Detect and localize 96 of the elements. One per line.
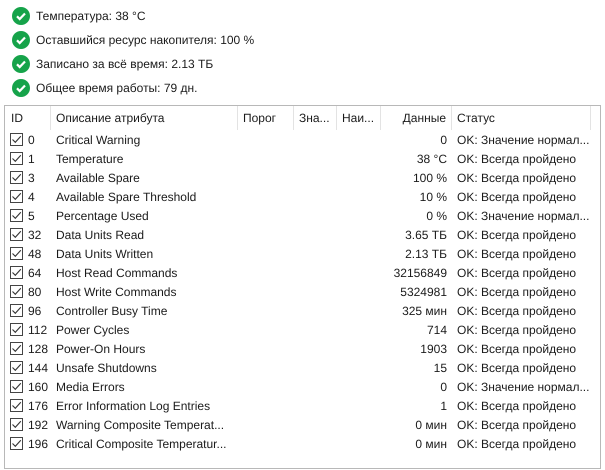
id-cell-text: 4 bbox=[27, 188, 36, 206]
id-cell-text: 112 bbox=[27, 322, 48, 338]
id-cell-text: 196 bbox=[27, 436, 50, 452]
status-cell-text: OK: Всегда пройдено bbox=[456, 436, 578, 452]
checkbox[interactable] bbox=[10, 171, 23, 184]
checkbox[interactable] bbox=[10, 152, 23, 165]
column-header[interactable]: ID bbox=[5, 106, 51, 130]
id-cell-text: 128 bbox=[27, 340, 50, 358]
id-cell-text: 96 bbox=[27, 302, 42, 320]
data-cell-text: 5324981 bbox=[399, 284, 448, 300]
checkbox[interactable] bbox=[10, 342, 23, 355]
summary-text: Общее время работы: 79 дн. bbox=[36, 80, 198, 96]
id-cell-text: 1 bbox=[27, 150, 36, 168]
checkbox[interactable] bbox=[10, 247, 23, 260]
name-cell-text: Controller Busy Time bbox=[55, 302, 168, 320]
checkbox[interactable] bbox=[10, 323, 23, 336]
status-cell-text: OK: Всегда пройдено bbox=[456, 340, 578, 358]
status-cell-text: OK: Значение нормал... bbox=[456, 132, 590, 148]
name-cell-text: Power Cycles bbox=[55, 322, 130, 338]
column-header[interactable]: Статус bbox=[452, 106, 591, 130]
column-header[interactable]: Описание атрибута bbox=[51, 106, 238, 130]
status-cell-text: OK: Всегда пройдено bbox=[456, 322, 578, 338]
id-cell-text: 80 bbox=[27, 284, 42, 300]
name-cell-text: Host Read Commands bbox=[55, 264, 178, 282]
status-cell-text: OK: Всегда пройдено bbox=[456, 170, 578, 186]
status-cell-text: OK: Всегда пройдено bbox=[456, 150, 578, 168]
id-cell-text: 64 bbox=[27, 264, 42, 282]
checkbox[interactable] bbox=[10, 418, 23, 431]
name-cell-text: Data Units Read bbox=[55, 226, 146, 244]
status-cell-text: OK: Всегда пройдено bbox=[456, 302, 578, 320]
name-cell-text: Unsafe Shutdowns bbox=[55, 360, 158, 376]
summary-text: Оставшийся ресурс накопителя: 100 % bbox=[36, 32, 254, 48]
name-cell-text: Warning Composite Temperat... bbox=[55, 416, 226, 434]
data-cell-text: 2.13 ТБ bbox=[404, 246, 448, 262]
data-cell-text: 1 bbox=[439, 398, 448, 414]
column-header[interactable]: Порог bbox=[238, 106, 294, 130]
checkbox[interactable] bbox=[10, 380, 23, 393]
data-cell-text: 100 % bbox=[412, 170, 448, 186]
id-cell-text: 0 bbox=[27, 132, 36, 148]
checkbox[interactable] bbox=[10, 266, 23, 279]
name-cell-text: Available Spare Threshold bbox=[55, 188, 198, 206]
data-cell-text: 0 bbox=[439, 378, 448, 396]
checkbox[interactable] bbox=[10, 190, 23, 203]
column-header[interactable]: Наи... bbox=[337, 106, 381, 130]
id-cell-text: 144 bbox=[27, 360, 50, 376]
id-cell-text: 48 bbox=[27, 246, 42, 262]
data-cell-text: 714 bbox=[426, 322, 448, 338]
name-cell-text: Media Errors bbox=[55, 378, 126, 396]
status-cell-text: OK: Значение нормал... bbox=[456, 208, 590, 224]
data-cell-text: 0 % bbox=[425, 208, 448, 224]
id-cell-text: 5 bbox=[27, 208, 36, 224]
data-cell-text: 0 мин bbox=[414, 416, 448, 434]
status-cell-text: OK: Всегда пройдено bbox=[456, 246, 578, 262]
checkbox[interactable] bbox=[10, 133, 23, 146]
name-cell-text: Temperature bbox=[55, 150, 124, 168]
id-cell-text: 32 bbox=[27, 226, 42, 244]
checkbox[interactable] bbox=[10, 209, 23, 222]
checkbox[interactable] bbox=[10, 437, 23, 450]
data-cell-text: 3.65 ТБ bbox=[404, 226, 448, 244]
name-cell-text: Error Information Log Entries bbox=[55, 398, 212, 414]
status-cell-text: OK: Всегда пройдено bbox=[456, 284, 578, 300]
data-cell-text: 38 °C bbox=[416, 150, 448, 168]
data-cell-text: 325 мин bbox=[401, 302, 448, 320]
data-cell-text: 0 мин bbox=[414, 436, 448, 452]
status-cell-text: OK: Всегда пройдено bbox=[456, 398, 578, 414]
data-cell-text: 10 % bbox=[418, 188, 448, 206]
data-cell-text: 15 bbox=[432, 360, 448, 376]
name-cell-text: Percentage Used bbox=[55, 208, 150, 224]
summary-text: Температура: 38 °C bbox=[36, 8, 146, 24]
id-cell-text: 160 bbox=[27, 378, 50, 396]
column-header[interactable]: Зна... bbox=[294, 106, 337, 130]
name-cell-text: Data Units Written bbox=[55, 246, 154, 262]
name-cell-text: Critical Composite Temperatur... bbox=[55, 436, 228, 452]
status-cell-text: OK: Всегда пройдено bbox=[456, 360, 578, 376]
name-cell-text: Available Spare bbox=[55, 170, 141, 186]
name-cell-text: Critical Warning bbox=[55, 132, 142, 148]
checkbox[interactable] bbox=[10, 304, 23, 317]
status-cell-text: OK: Всегда пройдено bbox=[456, 226, 578, 244]
id-cell-text: 176 bbox=[27, 398, 50, 414]
checkbox[interactable] bbox=[10, 228, 23, 241]
status-cell-text: OK: Всегда пройдено bbox=[456, 188, 578, 206]
id-cell-text: 192 bbox=[27, 416, 50, 434]
checkbox[interactable] bbox=[10, 399, 23, 412]
name-cell-text: Host Write Commands bbox=[55, 284, 178, 300]
checkbox[interactable] bbox=[10, 285, 23, 298]
status-cell-text: OK: Всегда пройдено bbox=[456, 264, 578, 282]
name-cell-text: Power-On Hours bbox=[55, 340, 146, 358]
data-cell-text: 32156849 bbox=[392, 264, 448, 282]
data-cell-text: 0 bbox=[439, 132, 448, 148]
status-cell-text: OK: Всегда пройдено bbox=[456, 416, 578, 434]
column-header[interactable]: Данные bbox=[381, 106, 452, 130]
checkbox[interactable] bbox=[10, 361, 23, 374]
summary-text: Записано за всё время: 2.13 ТБ bbox=[36, 56, 214, 72]
id-cell-text: 3 bbox=[27, 170, 36, 186]
status-cell-text: OK: Значение нормал... bbox=[456, 378, 590, 396]
data-cell-text: 1903 bbox=[419, 340, 448, 358]
